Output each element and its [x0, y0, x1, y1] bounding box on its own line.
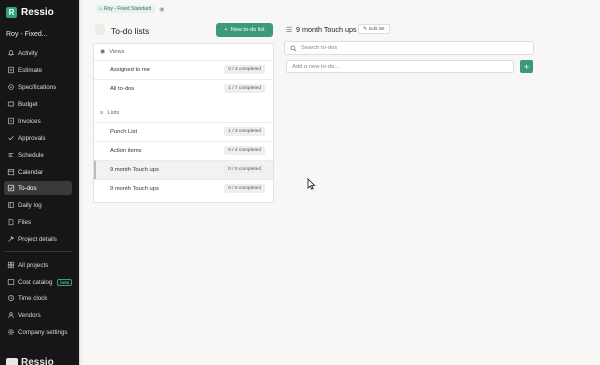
completion-badge: 1 / 3 completed [224, 127, 265, 136]
completion-badge: 0 / 4 completed [224, 146, 265, 155]
mouse-cursor-icon [307, 178, 316, 190]
sidebar-item-time-clock[interactable]: Time clock [4, 291, 72, 305]
gear-icon [8, 329, 14, 335]
list-row-9-month-touch-ups-selected[interactable]: 9 month Touch ups 0 / 0 completed [94, 160, 273, 179]
sidebar-item-todos[interactable]: To-dos [4, 181, 72, 195]
invoices-icon [8, 117, 14, 125]
plus-icon: + [224, 27, 228, 33]
approvals-icon [8, 136, 14, 141]
add-todo-input[interactable]: Add a new to-do... [286, 60, 514, 73]
sidebar-item-approvals[interactable]: Approvals [4, 131, 72, 145]
sidebar-item-activity[interactable]: Activity [4, 46, 72, 60]
home-icon: ⌂ [99, 6, 103, 12]
list-icon: ≡ [100, 110, 104, 116]
sidebar-item-invoices[interactable]: Invoices [4, 114, 72, 128]
app-name: Ressio [21, 7, 54, 18]
views-header: ◉ Views [100, 49, 125, 55]
breadcrumb-project[interactable]: ⌂ Roy - Fixed Standard [95, 5, 156, 13]
list-icon [95, 24, 105, 35]
sidebar-item-estimate[interactable]: Estimate [4, 63, 72, 77]
eye-icon: ◉ [100, 49, 106, 55]
project-selector[interactable]: Roy - Fixed... [6, 31, 48, 38]
app-logo[interactable]: R Ressio [6, 7, 54, 18]
completion-badge: 1 / 7 completed [224, 84, 265, 93]
edit-list-button[interactable]: ✎ Edit list [358, 24, 390, 34]
list-icon: ☰ [286, 27, 293, 34]
view-row-all-todos[interactable]: All to-dos 1 / 7 completed [94, 79, 273, 98]
sidebar-item-all-projects[interactable]: All projects [4, 258, 72, 272]
sidebar: R Ressio Roy - Fixed... Activity Estimat… [0, 0, 79, 365]
calendar-icon [7, 169, 15, 176]
schedule-icon [8, 153, 14, 157]
sidebar-item-vendors[interactable]: Vendors [4, 308, 72, 322]
lists-header: ≡ Lists [100, 110, 120, 116]
catalog-icon [7, 279, 15, 285]
add-todo-button[interactable]: + [520, 60, 533, 73]
files-icon [8, 218, 14, 226]
list-title: 9 month Touch ups [296, 25, 357, 34]
new-todo-list-button[interactable]: + New to-do list [216, 23, 273, 37]
daily-log-icon [8, 202, 14, 208]
clock-icon [8, 295, 14, 301]
bottom-logo-icon [6, 358, 18, 365]
sidebar-item-schedule[interactable]: Schedule [4, 148, 72, 162]
project-details-icon [8, 236, 14, 242]
completion-badge: 0 / 0 completed [224, 165, 265, 174]
sidebar-item-calendar[interactable]: Calendar [4, 165, 72, 179]
list-row-punch-list[interactable]: Punch List 1 / 3 completed [94, 122, 273, 141]
sidebar-item-budget[interactable]: Budget [4, 97, 72, 111]
specifications-icon [8, 84, 14, 90]
beta-badge: beta [57, 278, 73, 286]
pencil-icon: ✎ [363, 26, 368, 32]
list-row-action-items[interactable]: Action items 0 / 4 completed [94, 141, 273, 160]
bottom-logo-text: Ressio [21, 357, 54, 365]
search-todos-input[interactable]: Search to-dos [284, 41, 534, 55]
bell-icon [7, 50, 15, 56]
sidebar-scrollbar[interactable] [79, 0, 83, 365]
todos-icon [7, 184, 15, 192]
view-row-assigned-to-me[interactable]: Assigned to me 0 / 3 completed [94, 60, 273, 79]
sidebar-item-files[interactable]: Files [4, 215, 72, 229]
budget-icon [7, 101, 15, 107]
ressio-logo-icon: R [6, 7, 17, 18]
grid-icon [7, 261, 15, 269]
page-title: To-do lists [111, 26, 150, 36]
vendors-icon [8, 312, 14, 318]
completion-badge: 0 / 0 completed [224, 184, 265, 193]
list-row-9-month-touch-ups[interactable]: 9 month Touch ups 0 / 0 completed [94, 179, 273, 198]
sidebar-divider [4, 251, 72, 252]
search-icon [290, 45, 297, 51]
sidebar-item-cost-catalog[interactable]: Cost catalog beta [4, 275, 73, 289]
todo-lists-panel: ◉ Views Assigned to me 0 / 3 completed A… [93, 43, 274, 203]
estimate-icon [8, 66, 14, 74]
sidebar-item-daily-log[interactable]: Daily log [4, 198, 72, 212]
completion-badge: 0 / 3 completed [224, 65, 265, 74]
sidebar-item-specifications[interactable]: Specifications [4, 80, 72, 94]
sidebar-item-project-details[interactable]: Project details [4, 232, 72, 246]
eye-icon[interactable]: ◉ [159, 6, 164, 13]
sidebar-item-company-settings[interactable]: Company settings [4, 325, 72, 339]
breadcrumb: ⌂ Roy - Fixed Standard ◉ [95, 5, 165, 13]
